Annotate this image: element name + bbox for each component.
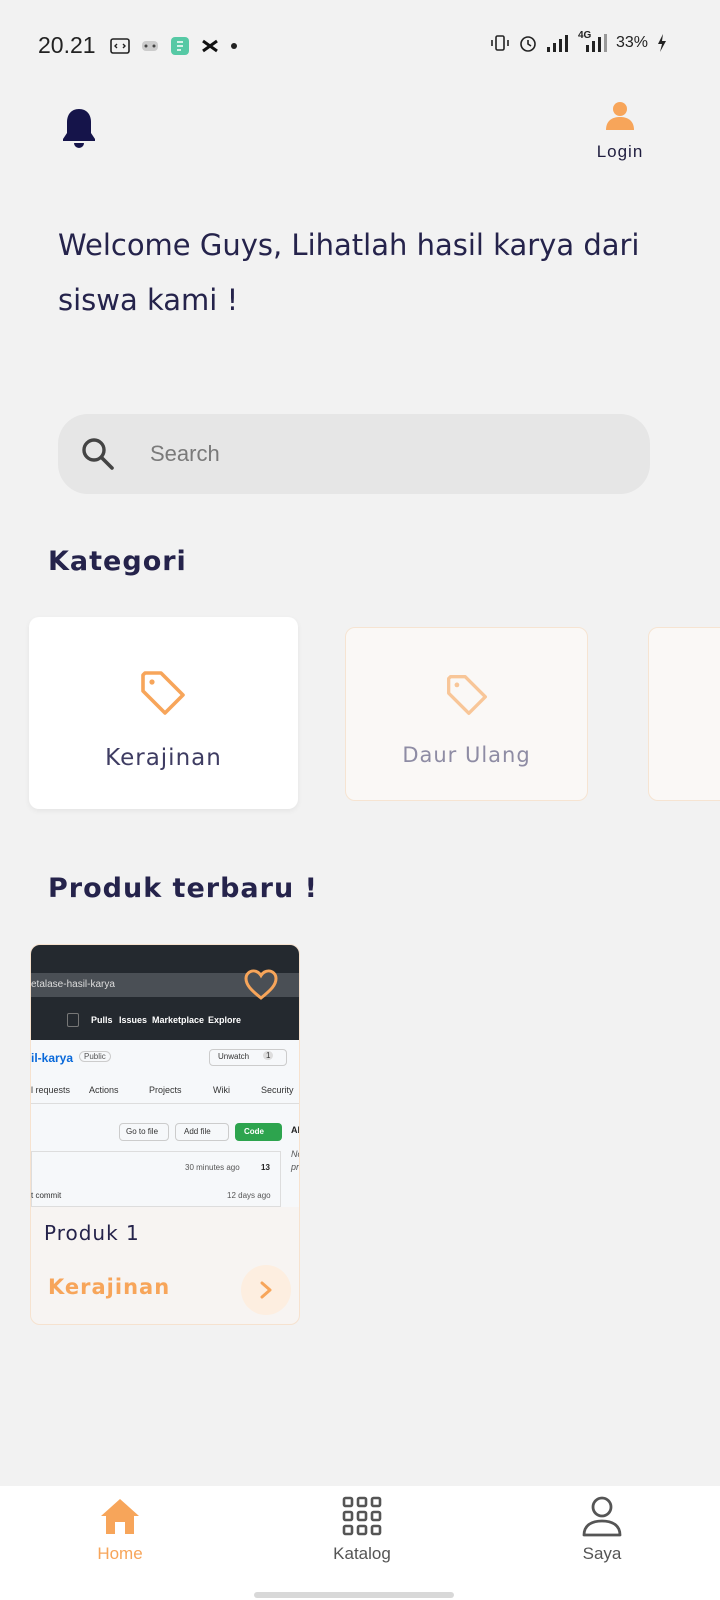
screenshot-text: Go to file: [126, 1127, 159, 1136]
screenshot-text: l requests: [31, 1085, 71, 1095]
screenshot-icon: [67, 1013, 79, 1027]
nav-home[interactable]: Home: [50, 1494, 190, 1564]
product-category: Kerajinan: [48, 1275, 171, 1299]
battery-percent: 33%: [615, 34, 648, 51]
charging-icon: [658, 34, 666, 52]
chevron-right-icon: [260, 1281, 272, 1299]
category-label: Kerajinan: [105, 745, 222, 771]
more-dot-icon: [231, 43, 237, 49]
screenshot-text: Ab: [291, 1125, 299, 1135]
category-card-daur-ulang[interactable]: Daur Ulang: [345, 627, 588, 801]
produk-terbaru-title: Produk terbaru !: [48, 873, 318, 904]
favorite-heart-icon[interactable]: [243, 967, 279, 1003]
signal-4g-icon: 4G: [578, 30, 608, 53]
status-system-icons: 4G 33%: [490, 30, 668, 53]
notification-bell-icon[interactable]: [60, 106, 98, 150]
status-notification-icons: [110, 36, 238, 56]
app-notification-icon: [171, 37, 189, 55]
user-icon: [606, 102, 634, 130]
screenshot-text: Add file: [184, 1127, 211, 1136]
status-time: 20.21: [38, 32, 96, 58]
product-name: Produk 1: [44, 1221, 140, 1245]
screenshot-text: pro: [291, 1162, 300, 1172]
code-notification-icon: [110, 38, 130, 54]
alarm-icon: [520, 36, 536, 52]
product-card[interactable]: etalase-hasil-karya Pulls Issues Marketp…: [30, 944, 300, 1325]
kategori-title: Kategori: [48, 546, 187, 577]
signal-icon: [546, 35, 568, 52]
nav-label: Saya: [582, 1544, 622, 1563]
status-bar: 20.21 4G 33%: [0, 0, 720, 92]
screenshot-text: t commit: [31, 1191, 62, 1200]
bottom-navigation: Home Katalog Saya: [0, 1486, 720, 1600]
game-notification-icon: [142, 41, 158, 51]
screenshot-text: Unwatch: [218, 1052, 250, 1061]
screenshot-text: Security: [261, 1085, 294, 1095]
screenshot-text: 13: [261, 1163, 270, 1172]
vibrate-icon: [491, 35, 509, 51]
screenshot-text: 30 minutes ago: [185, 1163, 240, 1172]
category-label: Daur Ulang: [402, 743, 531, 767]
search-icon: [82, 438, 114, 470]
login-button[interactable]: Login: [588, 100, 652, 162]
screenshot-text: Wiki: [213, 1085, 230, 1095]
tag-icon: [447, 675, 487, 715]
category-card-kerajinan[interactable]: Kerajinan: [29, 617, 298, 809]
screenshot-divider: [31, 1103, 299, 1104]
category-carousel[interactable]: Kerajinan Daur Ulang: [0, 615, 720, 815]
nav-label: Home: [97, 1544, 143, 1563]
home-icon: [101, 1499, 139, 1534]
screenshot-text: Pulls: [91, 1015, 113, 1025]
screenshot-text: Actions: [89, 1085, 119, 1095]
screenshot-text: 12 days ago: [227, 1191, 271, 1200]
welcome-text: Welcome Guys, Lihatlah hasil karya dari …: [58, 228, 640, 317]
login-label: Login: [596, 142, 644, 161]
screenshot-text: Explore: [208, 1015, 242, 1025]
screenshot-text: Projects: [149, 1085, 182, 1095]
screenshot-text: Public: [79, 1051, 111, 1062]
screenshot-text: No: [291, 1149, 299, 1159]
product-image: etalase-hasil-karya Pulls Issues Marketp…: [31, 945, 300, 1207]
category-card-partial[interactable]: [648, 627, 720, 801]
home-indicator[interactable]: [254, 1592, 454, 1598]
user-icon: [582, 1496, 622, 1537]
nav-saya[interactable]: Saya: [532, 1494, 672, 1564]
product-detail-button[interactable]: [241, 1265, 291, 1315]
grid-icon: [342, 1496, 382, 1536]
search-input[interactable]: [150, 414, 630, 494]
nav-label: Katalog: [333, 1544, 391, 1563]
nav-katalog[interactable]: Katalog: [292, 1494, 432, 1564]
screenshot-text: Marketplace: [152, 1015, 205, 1025]
screenshot-text: il-karya: [31, 1051, 74, 1065]
search-bar[interactable]: [58, 414, 650, 494]
tag-icon: [141, 671, 185, 715]
screenshot-text: Code: [244, 1127, 264, 1136]
screenshot-text: Issues: [119, 1015, 148, 1025]
capcut-notification-icon: [202, 39, 218, 53]
screenshot-text: etalase-hasil-karya: [31, 979, 115, 990]
